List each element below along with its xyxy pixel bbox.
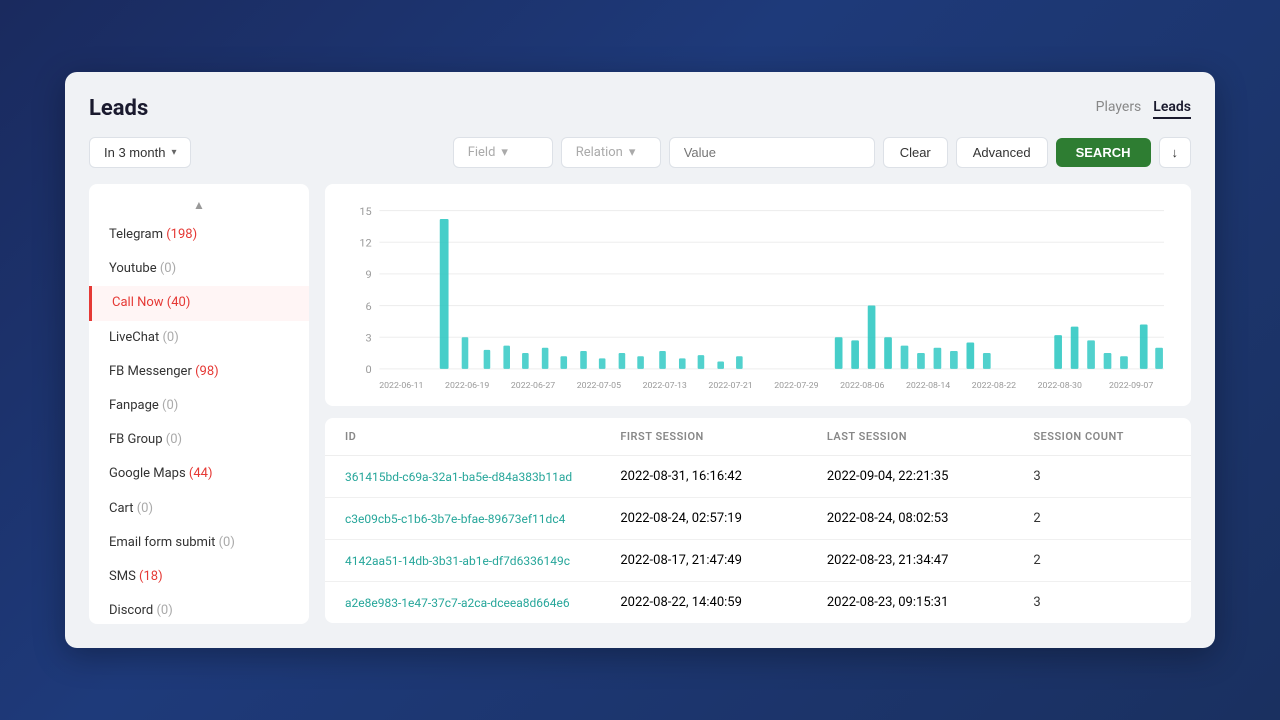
sidebar-item-callnow[interactable]: Call Now (40) (89, 286, 309, 320)
nav-players[interactable]: Players (1096, 99, 1142, 119)
table-row: 4142aa51-14db-3b31-ab1e-df7d6336149c 202… (325, 540, 1191, 582)
first-session: 2022-08-22, 14:40:59 (620, 595, 827, 610)
table-container: ID FIRST SESSION LAST SESSION SESSION CO… (325, 418, 1191, 623)
sidebar-item-telegram[interactable]: Telegram (198) (89, 218, 309, 252)
advanced-button[interactable]: Advanced (956, 137, 1048, 168)
livechat-count: (0) (162, 330, 178, 345)
last-session: 2022-08-23, 21:34:47 (827, 553, 1034, 568)
period-dropdown[interactable]: In 3 month ▾ (89, 137, 191, 168)
svg-text:2022-06-11: 2022-06-11 (379, 381, 423, 390)
youtube-count: (0) (160, 261, 176, 276)
col-id: ID (345, 430, 620, 443)
clear-button[interactable]: Clear (883, 137, 948, 168)
table-row: 361415bd-c69a-32a1-ba5e-d84a383b11ad 202… (325, 456, 1191, 498)
fanpage-count: (0) (162, 398, 178, 413)
main-content: 15 12 9 6 3 0 (325, 184, 1191, 624)
relation-chevron-icon: ▾ (629, 145, 636, 160)
svg-text:2022-08-06: 2022-08-06 (840, 381, 884, 390)
table-row: c3e09cb5-c1b6-3b7e-bfae-89673ef11dc4 202… (325, 498, 1191, 540)
svg-text:2022-07-29: 2022-07-29 (774, 381, 818, 390)
svg-text:9: 9 (366, 268, 372, 281)
svg-text:2022-06-27: 2022-06-27 (511, 381, 555, 390)
filter-group: Field ▾ Relation ▾ Clear Advanced SEARCH… (453, 137, 1191, 168)
telegram-count: (198) (166, 227, 197, 242)
row-id-link[interactable]: 361415bd-c69a-32a1-ba5e-d84a383b11ad (345, 470, 620, 484)
first-session: 2022-08-17, 21:47:49 (620, 553, 827, 568)
field-chevron-icon: ▾ (501, 145, 508, 160)
last-session: 2022-09-04, 22:21:35 (827, 469, 1034, 484)
fbmessenger-count: (98) (195, 364, 219, 379)
discord-count: (0) (156, 603, 172, 618)
period-label: In 3 month (104, 145, 165, 160)
header: Leads Players Leads (89, 96, 1191, 121)
field-placeholder: Field (468, 145, 496, 160)
session-count: 3 (1033, 595, 1171, 610)
svg-text:3: 3 (366, 332, 372, 345)
sidebar-item-livechat[interactable]: LiveChat (0) (89, 321, 309, 355)
last-session: 2022-08-23, 09:15:31 (827, 595, 1034, 610)
sidebar-item-fbgroup[interactable]: FB Group (0) (89, 423, 309, 457)
emailform-count: (0) (219, 535, 235, 550)
sidebar-item-discord[interactable]: Discord (0) (89, 594, 309, 624)
content-area: ▲ Telegram (198) Youtube (0) Call Now (4… (89, 184, 1191, 624)
sidebar: ▲ Telegram (198) Youtube (0) Call Now (4… (89, 184, 309, 624)
chart-area: 15 12 9 6 3 0 (341, 200, 1175, 390)
session-count: 3 (1033, 469, 1171, 484)
col-last-session: LAST SESSION (827, 430, 1034, 443)
callnow-count: (40) (167, 295, 191, 310)
sidebar-item-sms[interactable]: SMS (18) (89, 560, 309, 594)
value-input[interactable] (669, 137, 875, 168)
svg-text:2022-08-22: 2022-08-22 (972, 381, 1016, 390)
field-dropdown[interactable]: Field ▾ (453, 137, 553, 168)
header-nav: Players Leads (1096, 99, 1191, 119)
sms-count: (18) (139, 569, 163, 584)
page-title: Leads (89, 96, 148, 121)
chart-container: 15 12 9 6 3 0 (325, 184, 1191, 406)
table-row: a2e8e983-1e47-37c7-a2ca-dceea8d664e6 202… (325, 582, 1191, 623)
row-id-link[interactable]: a2e8e983-1e47-37c7-a2ca-dceea8d664e6 (345, 596, 620, 610)
sidebar-item-emailform[interactable]: Email form submit (0) (89, 526, 309, 560)
svg-text:2022-08-14: 2022-08-14 (906, 381, 950, 390)
relation-dropdown[interactable]: Relation ▾ (561, 137, 661, 168)
chart-svg: 15 12 9 6 3 0 (341, 200, 1175, 390)
toolbar: In 3 month ▾ Field ▾ Relation ▾ Clear Ad… (89, 137, 1191, 168)
svg-text:2022-07-21: 2022-07-21 (708, 381, 752, 390)
session-count: 2 (1033, 553, 1171, 568)
download-button[interactable]: ↓ (1159, 137, 1192, 168)
sidebar-item-googlemaps[interactable]: Google Maps (44) (89, 457, 309, 491)
chevron-down-icon: ▾ (171, 147, 176, 158)
svg-text:2022-07-13: 2022-07-13 (643, 381, 687, 390)
svg-text:0: 0 (366, 363, 372, 376)
sidebar-item-cart[interactable]: Cart (0) (89, 492, 309, 526)
last-session: 2022-08-24, 08:02:53 (827, 511, 1034, 526)
row-id-link[interactable]: 4142aa51-14db-3b31-ab1e-df7d6336149c (345, 554, 620, 568)
table-header: ID FIRST SESSION LAST SESSION SESSION CO… (325, 418, 1191, 456)
col-first-session: FIRST SESSION (620, 430, 827, 443)
first-session: 2022-08-24, 02:57:19 (620, 511, 827, 526)
fbgroup-count: (0) (166, 432, 182, 447)
svg-text:12: 12 (359, 237, 371, 250)
svg-text:2022-07-05: 2022-07-05 (577, 381, 621, 390)
sidebar-collapse-button[interactable]: ▲ (89, 192, 309, 218)
cart-count: (0) (137, 501, 153, 516)
svg-text:2022-08-30: 2022-08-30 (1038, 381, 1082, 390)
session-count: 2 (1033, 511, 1171, 526)
row-id-link[interactable]: c3e09cb5-c1b6-3b7e-bfae-89673ef11dc4 (345, 512, 620, 526)
search-button[interactable]: SEARCH (1056, 138, 1151, 167)
googlemaps-count: (44) (189, 466, 213, 481)
svg-text:6: 6 (366, 300, 372, 313)
sidebar-item-fanpage[interactable]: Fanpage (0) (89, 389, 309, 423)
sidebar-item-fbmessenger[interactable]: FB Messenger (98) (89, 355, 309, 389)
col-session-count: SESSION COUNT (1033, 430, 1171, 443)
svg-text:15: 15 (359, 205, 371, 218)
first-session: 2022-08-31, 16:16:42 (620, 469, 827, 484)
svg-text:2022-09-07: 2022-09-07 (1109, 381, 1153, 390)
relation-placeholder: Relation (576, 145, 623, 160)
nav-leads[interactable]: Leads (1153, 99, 1191, 119)
main-card: Leads Players Leads In 3 month ▾ Field ▾… (65, 72, 1215, 648)
svg-text:2022-06-19: 2022-06-19 (445, 381, 489, 390)
sidebar-item-youtube[interactable]: Youtube (0) (89, 252, 309, 286)
